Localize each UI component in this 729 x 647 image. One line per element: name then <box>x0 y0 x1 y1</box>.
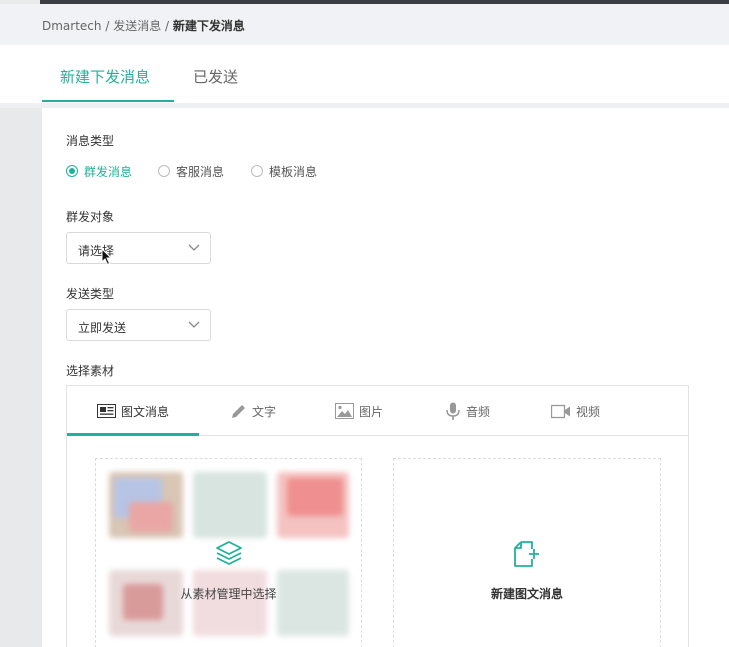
thumbnail <box>277 570 349 636</box>
pencil-icon <box>232 404 245 418</box>
video-icon <box>551 404 570 418</box>
microphone-icon <box>446 402 460 420</box>
send-type-select-value: 立即发送 <box>78 321 127 335</box>
thumbnail <box>193 570 267 636</box>
radio-dot[interactable] <box>66 165 78 177</box>
thumbnail <box>287 478 343 516</box>
radio-label: 群发消息 <box>84 164 133 179</box>
material-tab-label: 视频 <box>576 404 601 419</box>
chevron-down-icon <box>188 244 200 251</box>
material-tab-news[interactable]: 图文消息 <box>97 402 169 420</box>
send-type-label: 发送类型 <box>66 287 115 301</box>
mouse-cursor-icon <box>101 248 113 266</box>
thumbnail <box>129 502 173 532</box>
layers-icon <box>215 541 242 565</box>
new-news-message-label: 新建图文消息 <box>490 587 563 601</box>
active-tab-underline <box>42 100 174 102</box>
material-tabs: 图文消息 文字 图片 音频 视频 <box>67 386 688 436</box>
radio-template-message[interactable]: 模板消息 <box>251 164 318 179</box>
breadcrumb-separator: / <box>161 19 173 33</box>
breadcrumb-mid[interactable]: 发送消息 <box>113 19 161 33</box>
material-tab-label: 音频 <box>466 404 491 419</box>
tab-new-message[interactable]: 新建下发消息 <box>60 66 150 87</box>
radio-label: 模板消息 <box>269 164 318 179</box>
page-tabs: 新建下发消息 已发送 <box>0 45 729 103</box>
message-type-label: 消息类型 <box>66 134 115 148</box>
radio-dot[interactable] <box>251 165 263 177</box>
breadcrumb-separator: / <box>101 19 114 33</box>
material-tab-label: 图文消息 <box>121 404 170 419</box>
breadcrumb: Dmartech / 发送消息 / 新建下发消息 <box>42 17 245 34</box>
radio-dot[interactable] <box>158 165 170 177</box>
breadcrumb-current: 新建下发消息 <box>172 19 245 33</box>
target-select[interactable]: 请选择 <box>66 232 211 264</box>
material-tab-image[interactable]: 图片 <box>335 402 383 420</box>
material-label: 选择素材 <box>66 364 115 378</box>
breadcrumb-root[interactable]: Dmartech <box>42 19 102 33</box>
choose-from-library-card[interactable]: 从素材管理中选择 <box>95 458 362 647</box>
material-tab-label: 图片 <box>359 404 384 419</box>
side-gutter <box>0 108 42 647</box>
material-tab-underline <box>67 433 199 436</box>
material-tab-text[interactable]: 文字 <box>230 402 276 420</box>
top-bar <box>0 0 729 4</box>
target-label: 群发对象 <box>66 210 115 224</box>
top-bar-dark <box>40 0 729 4</box>
material-tab-video[interactable]: 视频 <box>551 402 600 420</box>
new-news-message-card[interactable]: 新建图文消息 <box>393 458 661 647</box>
material-box: 图文消息 文字 图片 音频 视频 从素材管理中选择 新建图文消息 <box>66 385 689 647</box>
radio-label: 客服消息 <box>176 164 225 179</box>
thumbnail <box>193 472 267 538</box>
news-icon <box>97 404 116 418</box>
material-tab-audio[interactable]: 音频 <box>445 402 490 420</box>
new-document-icon <box>514 541 539 567</box>
tab-sent[interactable]: 已发送 <box>193 66 238 87</box>
radio-customer-service[interactable]: 客服消息 <box>158 164 225 179</box>
radio-mass-message[interactable]: 群发消息 <box>66 164 133 179</box>
image-icon <box>335 403 354 419</box>
chevron-down-icon <box>188 321 200 328</box>
material-tab-label: 文字 <box>252 404 277 419</box>
send-type-select[interactable]: 立即发送 <box>66 309 211 341</box>
choose-from-library-label: 从素材管理中选择 <box>180 587 277 601</box>
